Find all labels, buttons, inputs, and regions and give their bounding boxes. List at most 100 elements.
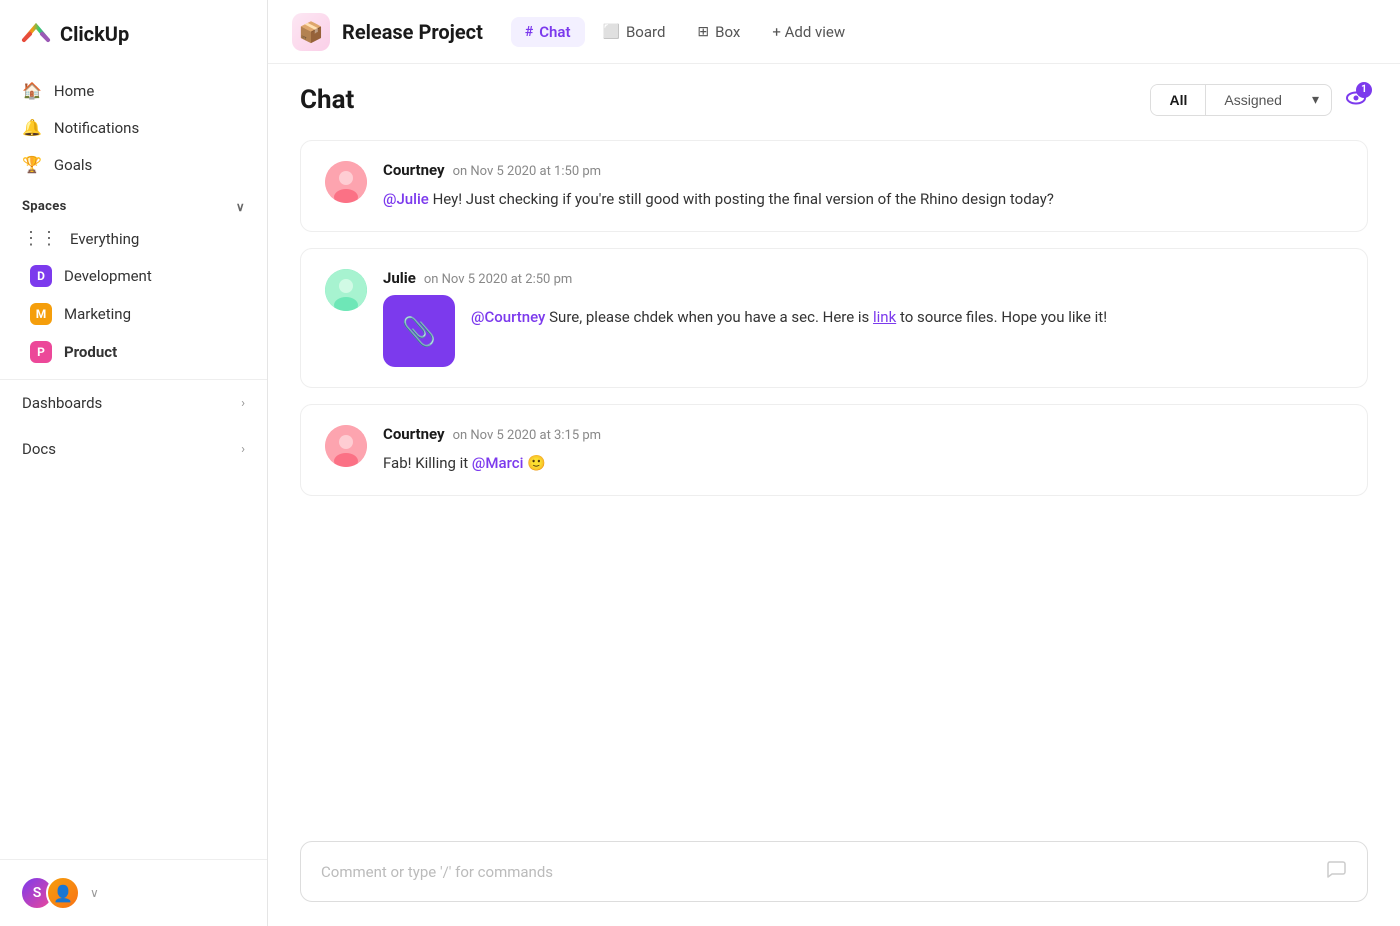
message-meta-3: Courtney on Nov 5 2020 at 3:15 pm: [383, 425, 1343, 443]
tab-chat[interactable]: # Chat: [511, 17, 585, 47]
logo-text: ClickUp: [60, 22, 129, 46]
everything-icon: ⋮⋮: [22, 228, 58, 249]
product-dot: P: [30, 341, 52, 363]
avatar-julie: [325, 269, 367, 311]
sidebar-footer: S 👤 ∨: [0, 859, 267, 926]
message-body-3: Courtney on Nov 5 2020 at 3:15 pm Fab! K…: [383, 425, 1343, 475]
message-meta-1: Courtney on Nov 5 2020 at 1:50 pm: [383, 161, 1343, 179]
notifications-icon: 🔔: [22, 118, 42, 137]
julie-avatar-img: [325, 269, 367, 311]
clickup-logo-icon: [20, 18, 52, 50]
message-text-2: @Courtney Sure, please chdek when you ha…: [471, 295, 1107, 329]
sidebar-item-goals-label: Goals: [54, 156, 92, 174]
marketing-dot: M: [30, 303, 52, 325]
chat-area: Chat All Assigned ▾ 1: [268, 64, 1400, 926]
chat-header-right: All Assigned ▾ 1: [1150, 84, 1368, 116]
spaces-chevron-icon[interactable]: ∨: [236, 200, 245, 214]
comment-placeholder: Comment or type '/' for commands: [321, 863, 1325, 881]
product-label: Product: [64, 343, 117, 361]
add-view-label: + Add view: [772, 23, 845, 41]
mention-marci: @Marci: [472, 454, 523, 472]
sidebar-item-home-label: Home: [54, 82, 94, 100]
tab-box-label: Box: [715, 23, 740, 41]
message-body-2: Julie on Nov 5 2020 at 2:50 pm 📎 @Courtn…: [383, 269, 1343, 367]
avatar-d[interactable]: 👤: [46, 876, 80, 910]
message-meta-2: Julie on Nov 5 2020 at 2:50 pm: [383, 269, 1343, 287]
message-author-3: Courtney: [383, 425, 445, 443]
tab-chat-label: Chat: [539, 23, 570, 41]
message-card-3: Courtney on Nov 5 2020 at 3:15 pm Fab! K…: [300, 404, 1368, 496]
watch-badge: 1: [1356, 82, 1372, 98]
sidebar-item-notifications[interactable]: 🔔 Notifications: [12, 109, 255, 146]
sidebar-item-docs[interactable]: Docs ›: [0, 426, 267, 472]
docs-label: Docs: [22, 440, 56, 458]
tab-board-label: Board: [626, 23, 665, 41]
footer-chevron-icon[interactable]: ∨: [90, 886, 99, 900]
sidebar-item-notifications-label: Notifications: [54, 119, 139, 137]
sidebar-nav: 🏠 Home 🔔 Notifications 🏆 Goals: [0, 68, 267, 187]
filter-dropdown-icon: ▾: [1312, 92, 1319, 108]
everything-label: Everything: [70, 230, 139, 248]
message-text-3: Fab! Killing it @Marci 🙂: [383, 451, 1343, 475]
project-icon: 📦: [292, 13, 330, 51]
topbar: 📦 Release Project # Chat ⬜ Board ⊞ Box +…: [268, 0, 1400, 64]
chat-title: Chat: [300, 85, 354, 115]
box-icon: ⊞: [697, 24, 709, 40]
tab-board[interactable]: ⬜ Board: [589, 17, 680, 47]
main-content: 📦 Release Project # Chat ⬜ Board ⊞ Box +…: [268, 0, 1400, 926]
dashboards-chevron-icon: ›: [241, 396, 245, 411]
dashboards-label: Dashboards: [22, 394, 102, 412]
add-view-button[interactable]: + Add view: [758, 17, 859, 47]
mention-courtney: @Courtney: [471, 308, 545, 326]
development-dot: D: [30, 265, 52, 287]
watch-button[interactable]: 1: [1344, 86, 1368, 115]
avatar-courtney-2: [325, 425, 367, 467]
sidebar-item-home[interactable]: 🏠 Home: [12, 72, 255, 109]
sidebar-item-goals[interactable]: 🏆 Goals: [12, 146, 255, 183]
spaces-header: Spaces ∨: [0, 187, 267, 220]
filter-assigned-button[interactable]: Assigned: [1206, 85, 1300, 115]
sidebar-item-dashboards[interactable]: Dashboards ›: [0, 380, 267, 426]
message-card-1: Courtney on Nov 5 2020 at 1:50 pm @Julie…: [300, 140, 1368, 232]
docs-chevron-icon: ›: [241, 442, 245, 457]
source-link[interactable]: link: [873, 308, 896, 326]
mention-julie: @Julie: [383, 190, 429, 208]
tab-list: # Chat ⬜ Board ⊞ Box + Add view: [511, 17, 859, 47]
comment-input-area[interactable]: Comment or type '/' for commands: [300, 841, 1368, 902]
spaces-label: Spaces: [22, 199, 67, 214]
message-card-2: Julie on Nov 5 2020 at 2:50 pm 📎 @Courtn…: [300, 248, 1368, 388]
marketing-label: Marketing: [64, 305, 131, 323]
board-icon: ⬜: [603, 24, 620, 40]
development-label: Development: [64, 267, 152, 285]
courtney-avatar-img: [325, 161, 367, 203]
avatar-stack: S 👤: [20, 876, 80, 910]
message-text-1: @Julie Hey! Just checking if you're stil…: [383, 187, 1343, 211]
message-author-2: Julie: [383, 269, 416, 287]
goals-icon: 🏆: [22, 155, 42, 174]
sidebar-item-development[interactable]: D Development: [8, 257, 259, 295]
chat-header: Chat All Assigned ▾ 1: [268, 64, 1400, 132]
filter-dropdown-button[interactable]: ▾: [1300, 85, 1331, 115]
sidebar-item-product[interactable]: P Product: [8, 333, 259, 371]
tab-box[interactable]: ⊞ Box: [683, 17, 754, 47]
sidebar: ClickUp 🏠 Home 🔔 Notifications 🏆 Goals S…: [0, 0, 268, 926]
filter-group: All Assigned ▾: [1150, 84, 1332, 116]
messages-list: Courtney on Nov 5 2020 at 1:50 pm @Julie…: [268, 132, 1400, 829]
chat-bubble-icon: [1325, 858, 1347, 880]
logo[interactable]: ClickUp: [0, 0, 267, 68]
message-body-1: Courtney on Nov 5 2020 at 1:50 pm @Julie…: [383, 161, 1343, 211]
attachment-icon[interactable]: 📎: [383, 295, 455, 367]
home-icon: 🏠: [22, 81, 42, 100]
message-time-1: on Nov 5 2020 at 1:50 pm: [453, 164, 601, 179]
message-time-2: on Nov 5 2020 at 2:50 pm: [424, 272, 572, 287]
message-author-1: Courtney: [383, 161, 445, 179]
attachment-block: 📎 @Courtney Sure, please chdek when you …: [383, 295, 1343, 367]
spaces-list: ⋮⋮ Everything D Development M Marketing …: [0, 220, 267, 371]
comment-chat-icon: [1325, 858, 1347, 885]
sidebar-item-everything[interactable]: ⋮⋮ Everything: [0, 220, 267, 257]
sidebar-section-extras: Dashboards › Docs ›: [0, 379, 267, 472]
courtney-avatar-img-2: [325, 425, 367, 467]
filter-all-button[interactable]: All: [1151, 85, 1206, 115]
sidebar-item-marketing[interactable]: M Marketing: [8, 295, 259, 333]
project-title: Release Project: [342, 20, 483, 44]
